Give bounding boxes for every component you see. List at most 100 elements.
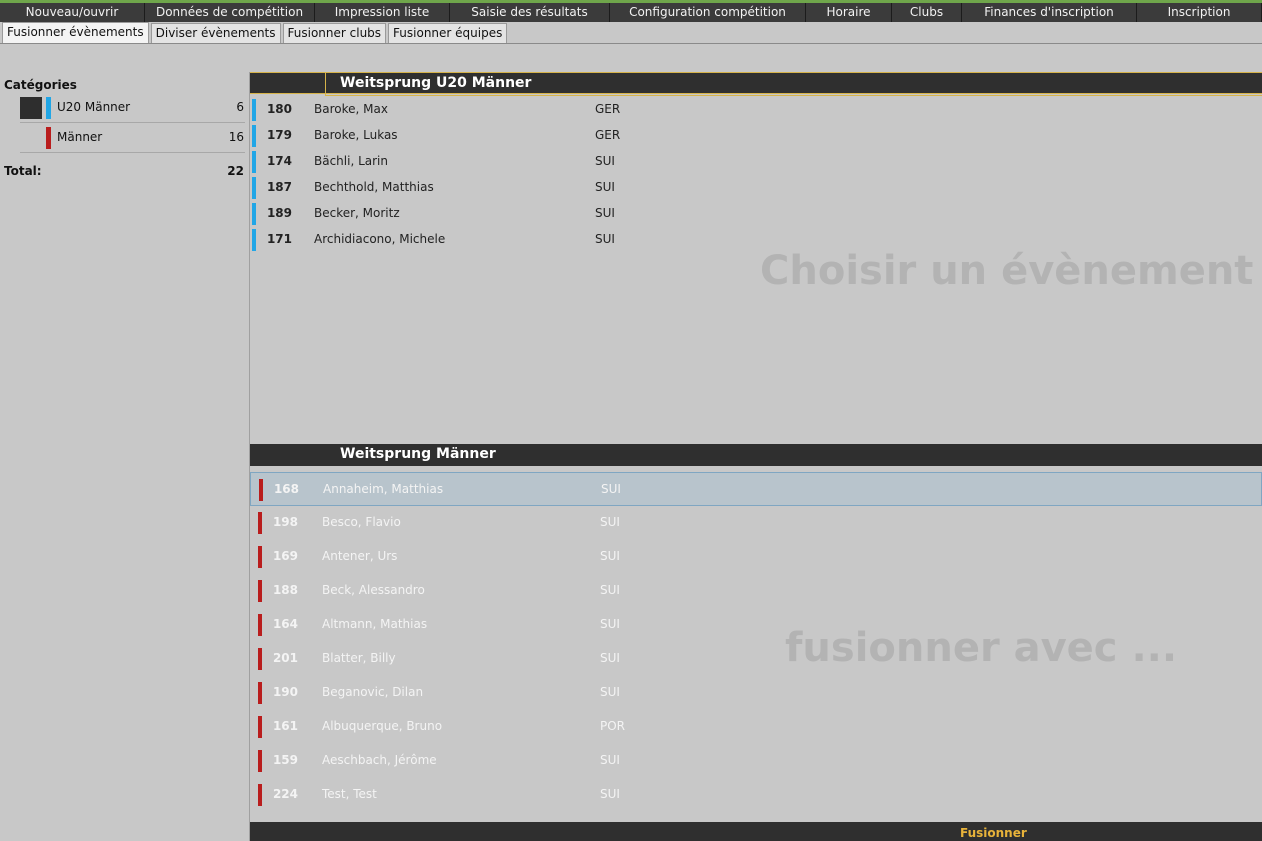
event-header-target: Weitsprung Männer <box>250 444 1262 466</box>
athlete-country: POR <box>600 719 626 733</box>
sub-tab[interactable]: Fusionner clubs <box>282 23 387 43</box>
category-count: 6 <box>236 100 244 114</box>
sub-tab[interactable]: Fusionner équipes <box>388 23 508 43</box>
athlete-bib: 180 <box>266 102 292 116</box>
athlete-country: SUI <box>600 515 620 529</box>
athlete-row[interactable]: 190 Beganovic, Dilan SUI <box>250 676 1262 710</box>
athlete-color-bar <box>258 614 262 636</box>
category-selected-swatch <box>20 97 42 119</box>
category-label: U20 Männer <box>57 100 131 114</box>
menu-item[interactable]: Nouveau/ouvrir <box>0 3 145 22</box>
athlete-row[interactable]: 161 Albuquerque, Bruno POR <box>250 710 1262 744</box>
athlete-row[interactable]: 169 Antener, Urs SUI <box>250 540 1262 574</box>
menu-item[interactable]: Finances d'inscription <box>962 3 1137 22</box>
athlete-bib: 189 <box>266 206 292 220</box>
menu-item[interactable]: Horaire <box>806 3 892 22</box>
athlete-name: Albuquerque, Bruno <box>322 719 443 733</box>
categories-sidebar: Catégories U20 Männer 6 Männer 16 Total:… <box>0 72 250 841</box>
athlete-row[interactable]: 189 Becker, Moritz SUI <box>250 201 1262 228</box>
athlete-country: GER <box>595 128 621 142</box>
athlete-country: SUI <box>600 753 620 767</box>
athlete-row[interactable]: 198 Besco, Flavio SUI <box>250 506 1262 540</box>
athlete-name: Archidiacono, Michele <box>314 232 446 246</box>
category-row-u20-manner[interactable]: U20 Männer 6 <box>0 96 250 119</box>
event-header-source: Weitsprung U20 Männer <box>250 72 1262 96</box>
athlete-row[interactable]: 168 Annaheim, Matthias SUI <box>250 472 1262 506</box>
athlete-name: Bächli, Larin <box>314 154 388 168</box>
category-divider <box>20 152 245 153</box>
athlete-name: Besco, Flavio <box>322 515 401 529</box>
athlete-row[interactable]: 159 Aeschbach, Jérôme SUI <box>250 744 1262 778</box>
athlete-bib: 168 <box>273 482 299 496</box>
categories-heading: Catégories <box>4 78 77 92</box>
category-row-manner[interactable]: Männer 16 <box>0 126 250 149</box>
athlete-row[interactable]: 179 Baroke, Lukas GER <box>250 123 1262 150</box>
top-menu-bar: Nouveau/ouvrir Données de compétition Impr… <box>0 0 1262 22</box>
athlete-bib: 201 <box>272 651 298 665</box>
menu-item[interactable]: Configuration compétition <box>610 3 806 22</box>
athlete-name: Annaheim, Matthias <box>323 482 444 496</box>
athlete-bib: 169 <box>272 549 298 563</box>
athlete-name: Blatter, Billy <box>322 651 396 665</box>
sub-tab[interactable]: Diviser évènements <box>150 23 281 43</box>
athlete-color-bar <box>252 177 256 199</box>
merge-button[interactable]: Fusionner <box>960 826 1027 840</box>
athlete-name: Test, Test <box>322 787 377 801</box>
athlete-color-bar <box>258 682 262 704</box>
athlete-color-bar <box>252 229 256 251</box>
sub-tab-bar: Fusionner évènements Diviser évènements Fu… <box>0 22 1262 44</box>
athlete-name: Antener, Urs <box>322 549 398 563</box>
menu-item[interactable]: Clubs <box>892 3 962 22</box>
athlete-bib: 190 <box>272 685 298 699</box>
athlete-bib: 179 <box>266 128 292 142</box>
choose-event-placeholder: Choisir un évènement <box>760 248 1254 294</box>
menu-item[interactable]: Données de compétition <box>145 3 315 22</box>
athlete-color-bar <box>258 784 262 806</box>
athlete-row[interactable]: 187 Bechthold, Matthias SUI <box>250 175 1262 202</box>
athlete-row[interactable]: 174 Bächli, Larin SUI <box>250 149 1262 176</box>
athlete-country: SUI <box>595 232 615 246</box>
athlete-bib: 198 <box>272 515 298 529</box>
menu-item[interactable]: Impression liste <box>315 3 450 22</box>
athlete-color-bar <box>252 125 256 147</box>
athlete-row[interactable]: 180 Baroke, Max GER <box>250 97 1262 124</box>
athlete-country: GER <box>595 102 621 116</box>
athlete-color-bar <box>252 203 256 225</box>
footer-bar: Fusionner <box>250 822 1262 841</box>
athlete-bib: 161 <box>272 719 298 733</box>
athlete-color-bar <box>258 648 262 670</box>
athlete-row[interactable]: 188 Beck, Alessandro SUI <box>250 574 1262 608</box>
athlete-bib: 171 <box>266 232 292 246</box>
menu-item[interactable]: Saisie des résultats <box>450 3 610 22</box>
athlete-color-bar <box>259 479 263 501</box>
athlete-row[interactable]: 224 Test, Test SUI <box>250 778 1262 812</box>
category-color-bar <box>46 97 51 119</box>
athlete-color-bar <box>258 512 262 534</box>
athlete-name: Beck, Alessandro <box>322 583 425 597</box>
athlete-color-bar <box>258 580 262 602</box>
athlete-name: Baroke, Lukas <box>314 128 398 142</box>
athlete-bib: 224 <box>272 787 298 801</box>
sub-tab[interactable]: Fusionner évènements <box>2 22 149 43</box>
athlete-name: Becker, Moritz <box>314 206 400 220</box>
athlete-name: Altmann, Mathias <box>322 617 428 631</box>
merge-with-placeholder: fusionner avec ... <box>785 625 1178 671</box>
category-color-bar <box>46 127 51 149</box>
athlete-country: SUI <box>595 180 615 194</box>
athlete-country: SUI <box>600 787 620 801</box>
athlete-color-bar <box>258 750 262 772</box>
athlete-country: SUI <box>601 482 621 496</box>
athlete-country: SUI <box>595 154 615 168</box>
menu-item[interactable]: Inscription <box>1137 3 1262 22</box>
athlete-country: SUI <box>600 583 620 597</box>
category-count: 16 <box>228 130 244 144</box>
athlete-bib: 164 <box>272 617 298 631</box>
athlete-country: SUI <box>600 549 620 563</box>
athlete-color-bar <box>258 546 262 568</box>
athlete-country: SUI <box>600 651 620 665</box>
athlete-country: SUI <box>600 685 620 699</box>
category-label: Männer <box>57 130 103 144</box>
athlete-name: Beganovic, Dilan <box>322 685 424 699</box>
total-label: Total: <box>4 164 42 178</box>
athlete-color-bar <box>258 716 262 738</box>
